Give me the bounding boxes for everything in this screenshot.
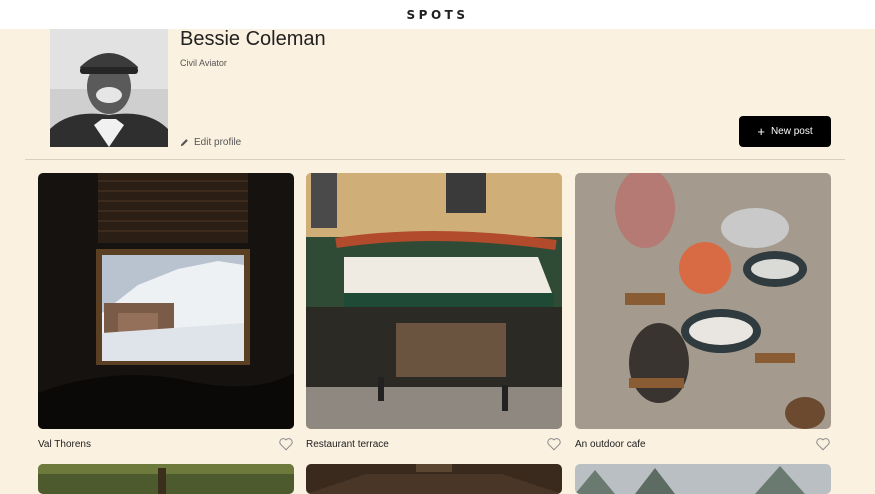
card-photo — [575, 173, 831, 429]
card-photo — [38, 173, 294, 429]
heart-outline-icon[interactable] — [278, 437, 294, 451]
card-title: An outdoor cafe — [575, 438, 646, 450]
top-header: SPOTS — [0, 0, 875, 29]
card-title: Val Thorens — [38, 438, 91, 450]
card-image[interactable] — [575, 173, 831, 429]
card: An outdoor cafe — [575, 173, 831, 451]
avatar-photo — [50, 29, 168, 147]
profile-avatar — [50, 29, 168, 147]
edit-profile-label: Edit profile — [194, 137, 242, 148]
heart-outline-icon[interactable] — [815, 437, 831, 451]
card: Val Thorens — [38, 173, 294, 451]
pencil-icon — [180, 139, 188, 147]
profile-name: Bessie Coleman — [180, 28, 326, 50]
edit-profile-button[interactable]: Edit profile — [180, 137, 241, 148]
profile-divider — [25, 159, 845, 160]
card-photo — [306, 173, 562, 429]
new-post-label: New post — [770, 126, 813, 137]
card: Restaurant terrace — [306, 173, 562, 451]
heart-outline-icon[interactable] — [546, 437, 562, 451]
card-title: Restaurant terrace — [306, 438, 389, 450]
plus-icon: + — [757, 124, 765, 139]
new-post-button[interactable]: + New post — [739, 116, 831, 147]
profile-description: Civil Aviator — [180, 58, 227, 68]
card-image[interactable] — [38, 173, 294, 429]
logo: SPOTS — [406, 7, 469, 22]
card-image[interactable] — [306, 173, 562, 429]
